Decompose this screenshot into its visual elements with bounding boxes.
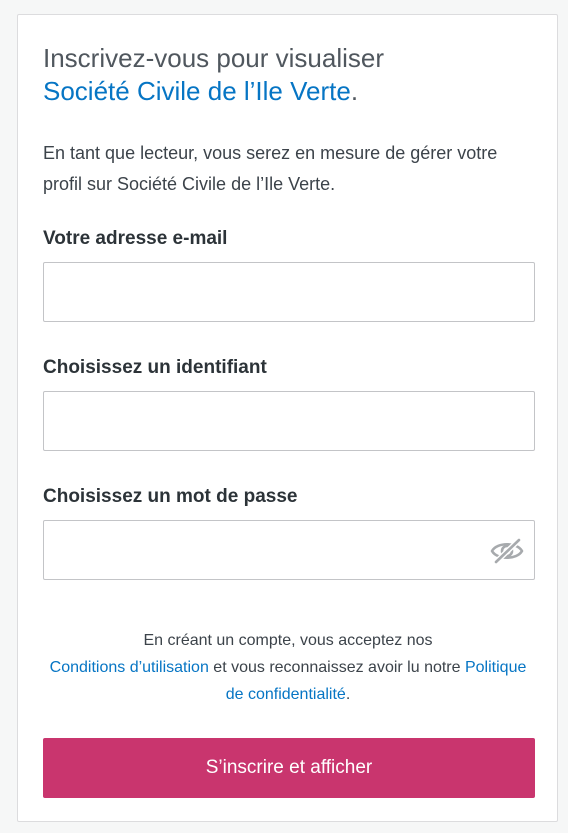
- title-prefix: Inscrivez-vous pour visualiser: [43, 43, 385, 73]
- terms-link[interactable]: Conditions d’utilisation: [50, 659, 209, 676]
- password-field: [43, 520, 535, 580]
- page-title: Inscrivez-vous pour visualiser Société Ci…: [43, 42, 533, 108]
- email-input[interactable]: [44, 263, 534, 321]
- eye-slash-icon[interactable]: [490, 537, 524, 565]
- terms-notice: En créant un compte, vous acceptez nos C…: [43, 627, 533, 708]
- terms-text-1: En créant un compte, vous acceptez nos: [143, 632, 433, 649]
- username-label: Choisissez un identifiant: [43, 357, 267, 378]
- signup-submit-button[interactable]: S’inscrire et afficher: [43, 738, 535, 798]
- password-label: Choisissez un mot de passe: [43, 486, 298, 507]
- email-label: Votre adresse e-mail: [43, 228, 228, 249]
- terms-text-3: .: [345, 686, 351, 703]
- signup-card: Inscrivez-vous pour visualiser Société Ci…: [17, 14, 558, 822]
- terms-text-2: et vous reconnaissez avoir lu notre: [208, 659, 465, 676]
- title-suffix: .: [350, 76, 359, 106]
- site-name: Société Civile de l’Ile Verte: [43, 76, 351, 106]
- signup-form: Inscrivez-vous pour visualiser Société Ci…: [43, 15, 535, 821]
- email-field: [43, 262, 535, 322]
- username-field: [43, 391, 535, 451]
- password-input[interactable]: [44, 521, 534, 579]
- intro-text: En tant que lecteur, vous serez en mesur…: [43, 143, 498, 194]
- username-input[interactable]: [44, 392, 534, 450]
